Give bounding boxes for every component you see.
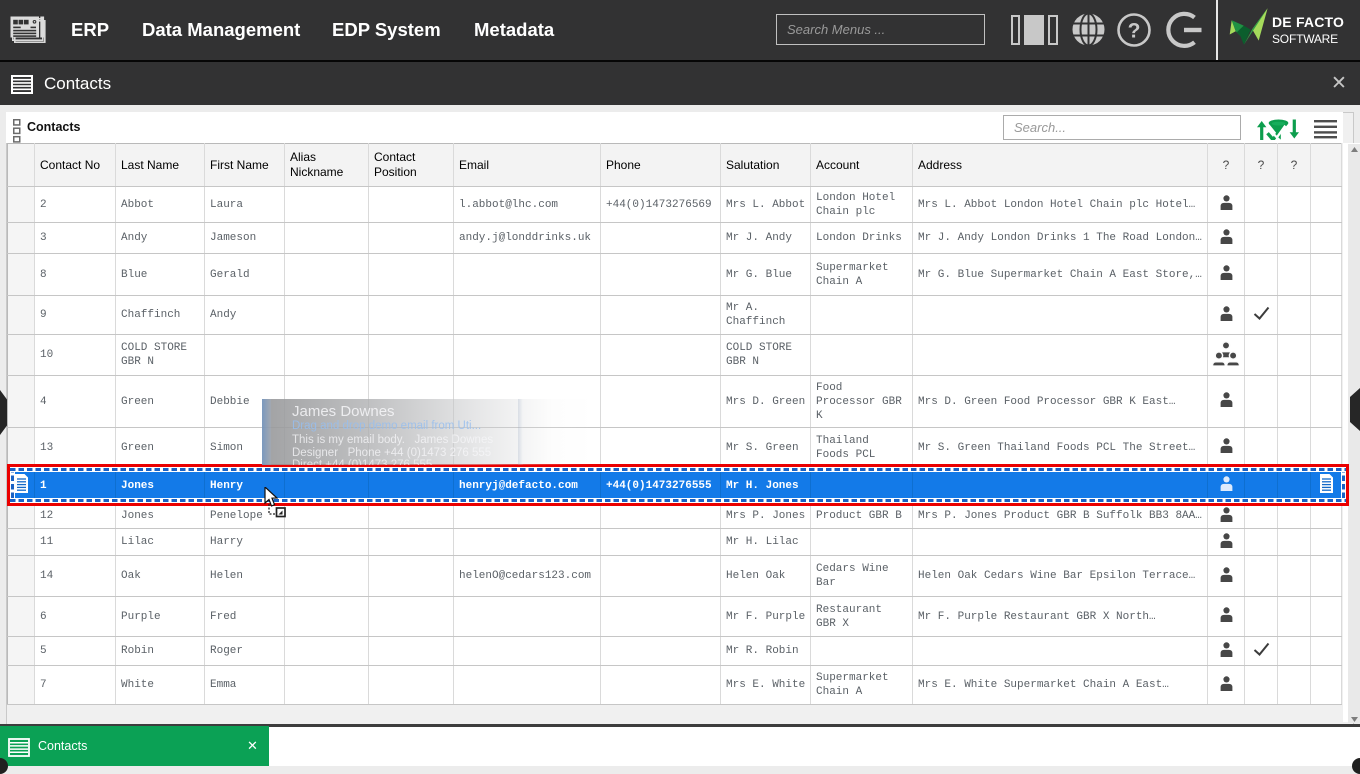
svg-text:?: ? [1128,20,1141,43]
